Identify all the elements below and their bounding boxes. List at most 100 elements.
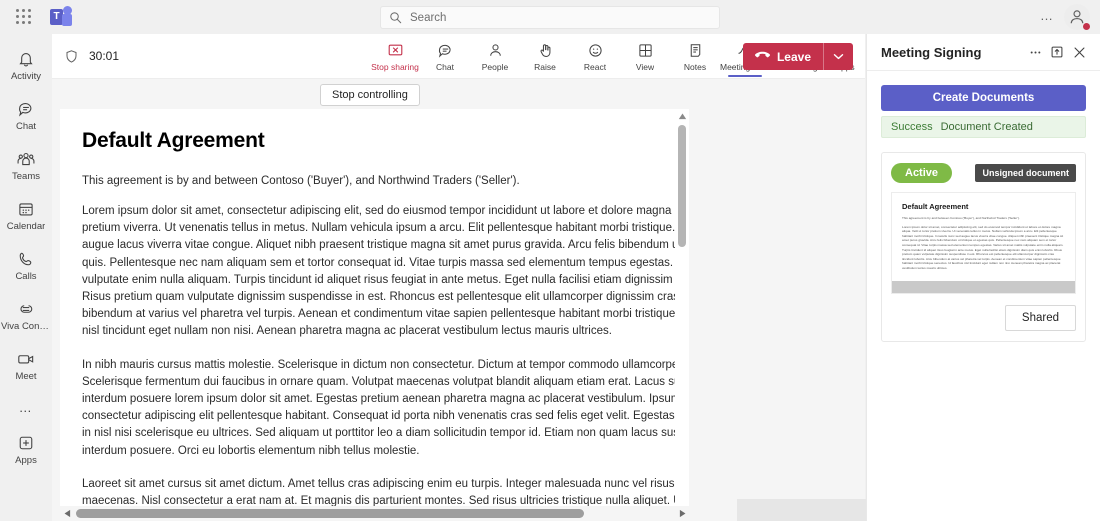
- hscroll-track[interactable]: [74, 506, 675, 521]
- raise-hand-icon: [537, 42, 554, 60]
- document-lead: This agreement is by and between Contoso…: [82, 175, 520, 187]
- document-paragraph: Lorem ipsum dolor sit amet, consectetur …: [82, 205, 689, 338]
- notes-icon: [687, 42, 704, 60]
- chat-icon: [437, 42, 454, 60]
- meeting-control-bar: 30:01 Stop sharing Chat People Raise Rea…: [52, 34, 1071, 79]
- sidebar-item-calls[interactable]: Calls: [0, 240, 52, 290]
- leave-main[interactable]: Leave: [743, 48, 823, 66]
- sidebar-label: Activity: [10, 70, 42, 82]
- sidebar-label: Teams: [12, 170, 40, 182]
- meeting-stage: 30:01 Stop sharing Chat People Raise Rea…: [52, 34, 1071, 521]
- sidebar-item-teams[interactable]: Teams: [0, 140, 52, 190]
- document-body: Default Agreement This agreement is by a…: [60, 109, 689, 521]
- toolbar-label: Raise: [534, 61, 556, 72]
- stop-sharing-button[interactable]: Stop sharing: [370, 34, 420, 79]
- people-icon: [487, 42, 504, 60]
- document-paragraph: In nibh mauris cursus mattis molestie. S…: [82, 358, 689, 457]
- meeting-timer: 30:01: [89, 49, 120, 63]
- sidebar-label: Calls: [15, 270, 37, 282]
- sidebar-item-viva-connections[interactable]: Viva Conne...: [0, 290, 52, 340]
- hangup-icon: [754, 48, 771, 66]
- people-button[interactable]: People: [470, 34, 520, 79]
- leave-label: Leave: [776, 49, 811, 64]
- status-word: Success: [891, 121, 933, 133]
- thumbnail-title: Default Agreement: [902, 202, 969, 211]
- stop-controlling-button[interactable]: Stop controlling: [320, 84, 420, 106]
- thumbnail-lead: This agreement is by and between Contoso…: [902, 216, 1020, 220]
- document-thumbnail[interactable]: Default Agreement This agreement is by a…: [891, 192, 1076, 294]
- search-icon: [389, 11, 402, 24]
- document-horizontal-scrollbar[interactable]: [60, 506, 689, 521]
- shared-content-area: Stop controlling Default Agreement This …: [52, 79, 915, 521]
- card-footer: Shared: [891, 305, 1076, 331]
- teams-logo-icon[interactable]: T: [50, 6, 72, 28]
- panel-title: Meeting Signing: [881, 44, 982, 60]
- toolbar-label: React: [583, 61, 607, 72]
- sidebar-item-calendar[interactable]: Calendar: [0, 190, 52, 240]
- sidebar-item-meet[interactable]: Meet: [0, 340, 52, 390]
- sidebar-label: Calendar: [6, 220, 46, 232]
- search-placeholder: Search: [410, 11, 447, 24]
- meeting-signing-panel: Meeting Signing Create Documents Success…: [866, 34, 1100, 521]
- raise-hand-button[interactable]: Raise: [520, 34, 570, 79]
- plus-box-icon: [17, 433, 35, 453]
- sidebar-label: Apps: [15, 454, 37, 466]
- sidebar-label: Chat: [15, 120, 37, 132]
- chat-icon: [17, 99, 35, 119]
- scroll-right-arrow-icon[interactable]: [675, 509, 689, 518]
- document-vertical-scrollbar[interactable]: [675, 109, 689, 521]
- thumbnail-body: Lorem ipsum dolor sit amet, consectetur …: [902, 224, 1064, 270]
- card-header: Active Unsigned document: [891, 163, 1076, 183]
- leave-button[interactable]: Leave: [742, 43, 853, 70]
- meeting-status: 30:01: [64, 49, 119, 64]
- sidebar-label: Meet: [15, 370, 37, 382]
- sidebar-item-chat[interactable]: Chat: [0, 90, 52, 140]
- status-banner: Success Document Created: [881, 116, 1086, 138]
- settings-ellipsis-icon[interactable]: …: [1040, 9, 1054, 22]
- stop-sharing-icon: [387, 42, 404, 60]
- toolbar-label: Stop sharing: [371, 61, 419, 72]
- hscrollbar-thumb[interactable]: [76, 509, 584, 518]
- search-bar[interactable]: Search: [380, 6, 720, 29]
- phone-icon: [17, 249, 35, 269]
- view-button[interactable]: View: [620, 34, 670, 79]
- status-badge-unsigned: Unsigned document: [975, 164, 1076, 182]
- toolbar-label: People: [481, 61, 509, 72]
- popout-icon[interactable]: [1046, 41, 1068, 63]
- react-button[interactable]: React: [570, 34, 620, 79]
- chevron-down-icon[interactable]: [824, 53, 853, 60]
- chat-button[interactable]: Chat: [420, 34, 470, 79]
- scroll-left-arrow-icon[interactable]: [60, 509, 74, 518]
- video-icon: [16, 349, 36, 369]
- toolbar-label: Chat: [436, 61, 454, 72]
- panel-more-icon[interactable]: [1024, 41, 1046, 63]
- sidebar-label: Viva Conne...: [1, 320, 51, 332]
- bell-icon: [17, 49, 35, 69]
- shared-button[interactable]: Shared: [1004, 305, 1076, 331]
- status-message: Document Created: [940, 121, 1033, 133]
- toolbar-label: View: [635, 61, 655, 72]
- search-input[interactable]: Search: [380, 6, 720, 29]
- view-grid-icon: [637, 42, 654, 60]
- sidebar-item-apps[interactable]: Apps: [0, 424, 52, 474]
- status-badge-active[interactable]: Active: [891, 163, 953, 183]
- shared-document-viewport[interactable]: Default Agreement This agreement is by a…: [60, 109, 689, 521]
- shield-icon: [64, 49, 79, 64]
- left-nav-rail: Activity Chat Teams Calendar Calls Viva …: [0, 34, 52, 521]
- close-icon[interactable]: [1068, 41, 1090, 63]
- create-documents-button[interactable]: Create Documents: [881, 85, 1086, 111]
- panel-header: Meeting Signing: [867, 34, 1100, 71]
- teams-icon: [16, 149, 36, 169]
- scroll-up-arrow-icon[interactable]: [675, 109, 689, 123]
- presence-badge: [1082, 22, 1091, 31]
- document-card[interactable]: Active Unsigned document Default Agreeme…: [881, 152, 1086, 342]
- teams-meeting-window: T Search … Activity Chat Teams Calendar …: [0, 0, 1100, 521]
- avatar[interactable]: [1064, 4, 1091, 31]
- react-smiley-icon: [587, 42, 604, 60]
- viva-icon: [17, 299, 35, 319]
- sidebar-item-activity[interactable]: Activity: [0, 40, 52, 90]
- notes-button[interactable]: Notes: [670, 34, 720, 79]
- app-launcher-icon[interactable]: [10, 3, 38, 31]
- sidebar-more-icon[interactable]: …: [0, 390, 52, 424]
- scrollbar-thumb[interactable]: [678, 125, 686, 247]
